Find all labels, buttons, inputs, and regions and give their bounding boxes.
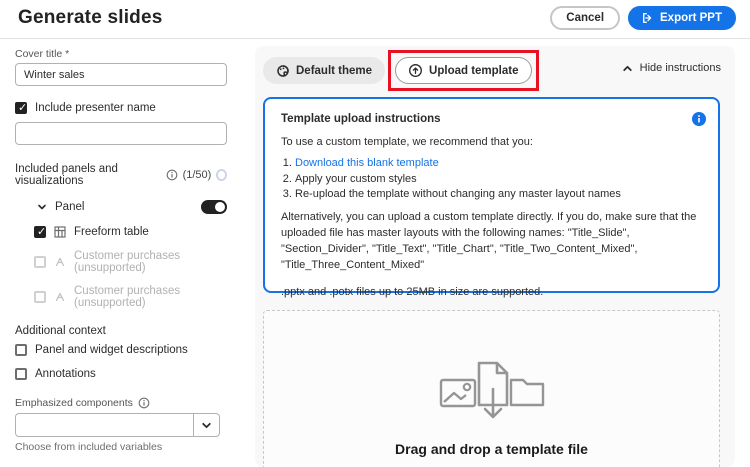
include-presenter-checkbox[interactable] (15, 101, 27, 114)
customer-purchases-checkbox (34, 256, 46, 268)
instructions-steps: Download this blank template Apply your … (295, 157, 702, 200)
panel-item-label: Customer purchases (unsupported) (74, 250, 181, 274)
info-icon[interactable] (166, 169, 178, 181)
context-option-row[interactable]: Annotations (15, 368, 227, 380)
chevron-down-icon[interactable] (193, 414, 219, 436)
template-instructions-box: Template upload instructions To use a cu… (263, 97, 720, 298)
export-ppt-label: Export PPT (660, 12, 722, 24)
template-dropzone[interactable]: Drag and drop a template file (263, 310, 720, 467)
panel-count: (1/50) (182, 169, 212, 181)
customer-purchases-checkbox (34, 291, 46, 303)
file-download-icon (477, 361, 508, 419)
export-ppt-button[interactable]: Export PPT (628, 6, 736, 30)
file-format-note: .pptx and .potx files up to 25MB in size… (281, 285, 544, 298)
header-divider (0, 38, 750, 39)
flow-icon (54, 256, 66, 268)
panel-item-label: Freeform table (74, 226, 149, 238)
instructions-intro: To use a custom template, we recommend t… (281, 136, 533, 148)
upload-template-button[interactable]: Upload template (395, 57, 532, 84)
context-option-label: Annotations (35, 368, 96, 380)
emphasized-components-select[interactable] (15, 413, 220, 437)
upload-cloud-icon (408, 63, 423, 78)
presenter-name-input[interactable] (15, 122, 227, 145)
default-theme-button[interactable]: Default theme (263, 57, 386, 84)
cancel-button[interactable]: Cancel (550, 6, 621, 30)
included-panels-row: Included panels and visualizations (1/50… (15, 163, 227, 187)
step-item: Re-upload the template without changing … (295, 188, 702, 200)
chevron-down-icon[interactable] (37, 202, 47, 212)
freeform-table-checkbox[interactable] (34, 225, 46, 238)
select-helper-text: Choose from included variables (15, 441, 163, 453)
hide-instructions-label: Hide instructions (639, 62, 721, 74)
dropzone-icons (427, 355, 557, 440)
panel-group-label: Panel (55, 201, 85, 213)
include-presenter-row[interactable]: Include presenter name (15, 101, 227, 114)
include-presenter-label: Include presenter name (35, 102, 156, 114)
context-option-label: Panel and widget descriptions (35, 344, 188, 356)
chevron-up-icon (622, 63, 633, 74)
panel-descriptions-checkbox[interactable] (15, 344, 27, 356)
step-item: Apply your custom styles (295, 173, 702, 185)
page-title: Generate slides (18, 7, 163, 28)
template-panel: Default theme Upload template Hide instr… (255, 46, 735, 467)
panel-group-row: Panel (15, 200, 227, 214)
emphasized-components-row: Emphasized components (15, 397, 227, 409)
folder-icon (509, 378, 544, 407)
upload-template-wrapper: Upload template (388, 50, 539, 91)
default-theme-label: Default theme (296, 64, 373, 77)
panel-item-label: Customer purchases (unsupported) (74, 285, 181, 309)
panel-item-row[interactable]: Freeform table (15, 225, 227, 238)
hide-instructions-toggle[interactable]: Hide instructions (622, 62, 721, 74)
context-option-row[interactable]: Panel and widget descriptions (15, 344, 227, 356)
emphasized-components-label: Emphasized components (15, 397, 133, 409)
step-item: Download this blank template (295, 157, 702, 169)
panel-toggle[interactable] (201, 200, 227, 214)
progress-circle (216, 169, 227, 181)
cover-title-label: Cover title * (15, 48, 70, 60)
theme-bar: Default theme Upload template (263, 50, 539, 91)
panel-item-row: Customer purchases (unsupported) (15, 250, 227, 274)
info-icon[interactable] (138, 397, 150, 409)
export-icon (642, 12, 654, 24)
select-value (16, 414, 193, 436)
table-icon (54, 226, 66, 238)
upload-template-label: Upload template (429, 64, 519, 77)
panel-item-row: Customer purchases (unsupported) (15, 285, 227, 309)
image-icon (439, 378, 476, 408)
slide-settings-form: Cover title * Include presenter name Inc… (15, 48, 227, 453)
instructions-alternative: Alternatively, you can upload a custom t… (281, 211, 697, 271)
included-panels-label: Included panels and visualizations (15, 163, 118, 187)
header-actions: Cancel Export PPT (550, 6, 736, 30)
theme-icon (276, 64, 290, 78)
instructions-title: Template upload instructions (281, 113, 441, 125)
dropzone-label: Drag and drop a template file (395, 441, 588, 457)
info-filled-icon[interactable] (692, 112, 706, 126)
download-template-link[interactable]: Download this blank template (295, 157, 439, 169)
cover-title-input[interactable] (15, 63, 227, 86)
flow-icon (54, 291, 66, 303)
annotations-checkbox[interactable] (15, 368, 27, 380)
generate-slides-dialog: Generate slides Cancel Export PPT Cover … (0, 0, 750, 467)
additional-context-label: Additional context (15, 325, 106, 337)
